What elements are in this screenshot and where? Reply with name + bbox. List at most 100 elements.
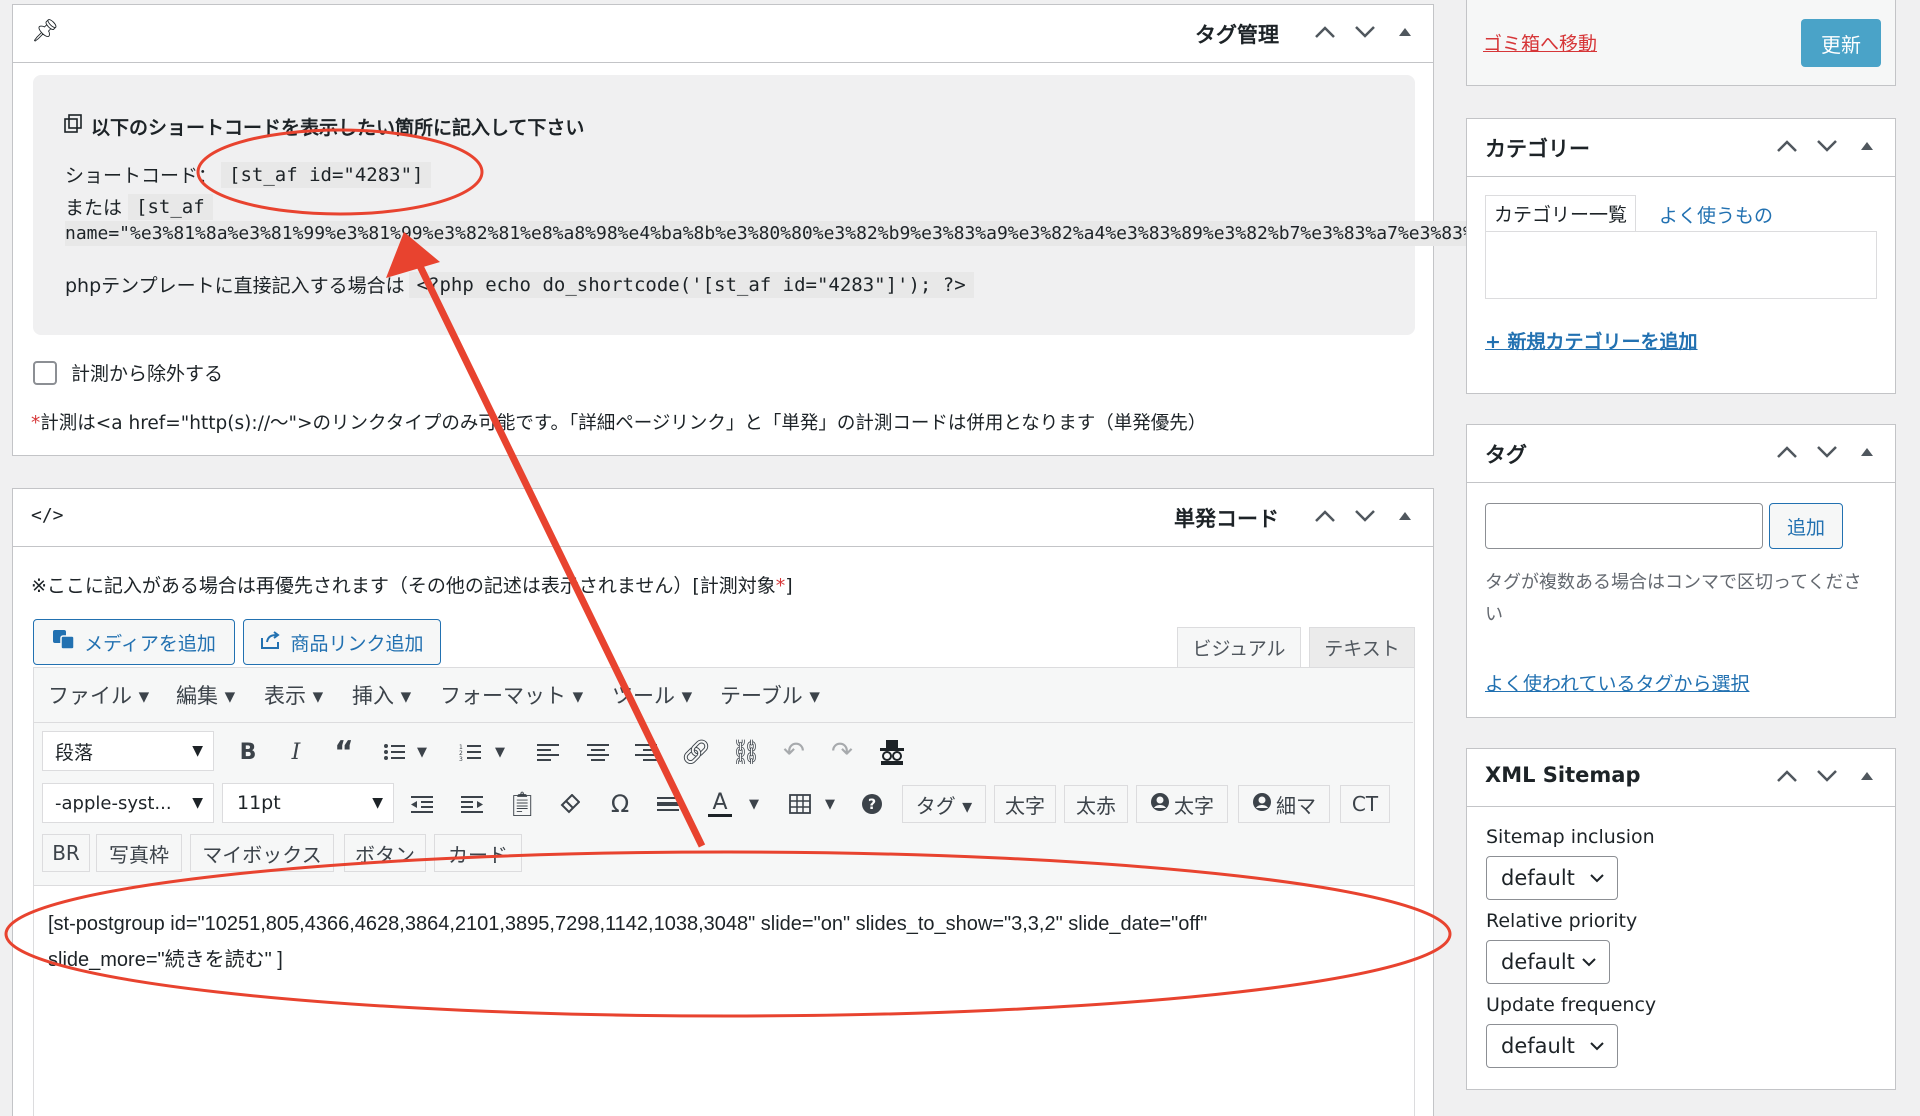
collapse-toggle-icon[interactable]: [1391, 17, 1419, 47]
tab-visual[interactable]: ビジュアル: [1177, 627, 1301, 667]
font-family-select[interactable]: -apple-syst... ▼: [42, 783, 214, 823]
trash-link[interactable]: ゴミ箱へ移動: [1483, 29, 1597, 56]
editor-content[interactable]: [st-postgroup id="10251,805,4366,4628,38…: [34, 896, 1404, 1106]
help-icon[interactable]: ?: [854, 786, 890, 822]
chip-photo-frame[interactable]: 写真枠: [96, 834, 182, 872]
notice-text: ※ここに記入がある場合は再優先されます（その他の記述は表示されません）[計測対象: [31, 575, 776, 597]
tags-help: タグが複数ある場合はコンマで区切ってください: [1485, 572, 1862, 625]
relative-priority-select[interactable]: default: [1486, 940, 1610, 984]
move-up-icon[interactable]: [1773, 131, 1801, 161]
shortcode-value[interactable]: [st_af id="4283"]: [221, 161, 432, 188]
chip-user-bold[interactable]: 太字: [1136, 785, 1228, 823]
move-up-icon[interactable]: [1773, 761, 1801, 791]
relative-priority-value: default: [1501, 950, 1575, 974]
code-icon: </>: [31, 505, 64, 526]
add-product-link-button[interactable]: 商品リンク追加: [243, 619, 441, 665]
chip-bold-red[interactable]: 太赤: [1064, 785, 1128, 823]
chevron-down-icon[interactable]: ▼: [820, 786, 840, 822]
move-down-icon[interactable]: [1351, 17, 1379, 47]
collapse-toggle-icon[interactable]: [1853, 761, 1881, 791]
chip-button[interactable]: ボタン: [344, 834, 426, 872]
format-select[interactable]: 段落 ▼: [42, 731, 214, 771]
chip-br[interactable]: BR: [42, 834, 90, 872]
move-up-icon[interactable]: [1311, 501, 1339, 531]
redo-icon[interactable]: ↷: [824, 734, 860, 770]
eraser-icon[interactable]: [552, 786, 588, 822]
exclude-checkbox[interactable]: [33, 360, 57, 385]
paste-icon[interactable]: 📋︎: [504, 786, 540, 822]
user-circle-icon: [1150, 792, 1170, 817]
align-right-icon[interactable]: [628, 734, 664, 770]
chip-card[interactable]: カード: [434, 834, 522, 872]
bullet-list-icon[interactable]: [376, 734, 412, 770]
update-frequency-select[interactable]: default: [1486, 1024, 1618, 1068]
unlink-icon[interactable]: ⛓︎: [728, 734, 764, 770]
italic-icon[interactable]: I: [278, 734, 314, 770]
bold-icon[interactable]: B: [230, 734, 266, 770]
indent-icon[interactable]: [454, 786, 490, 822]
link-icon[interactable]: 🔗︎: [678, 734, 714, 770]
collapse-toggle-icon[interactable]: [1853, 131, 1881, 161]
omega-icon[interactable]: Ω: [602, 786, 638, 822]
collapse-toggle-icon[interactable]: [1391, 501, 1419, 531]
menu-view[interactable]: 表示 ▾: [264, 680, 323, 710]
php-code[interactable]: <?php echo do_shortcode('[st_af id="4283…: [408, 271, 974, 298]
add-category-link[interactable]: + 新規カテゴリーを追加: [1485, 327, 1698, 354]
category-panel: カテゴリー カテゴリー一覧 よく使うもの + 新規カテゴリーを追加: [1466, 118, 1896, 394]
chevron-down-icon: [1589, 868, 1605, 887]
tags-panel: タグ 追加 タグが複数ある場合はコンマで区切ってください よく使われているタグか…: [1466, 424, 1896, 718]
update-button[interactable]: 更新: [1801, 19, 1881, 67]
tab-text[interactable]: テキスト: [1309, 627, 1415, 667]
align-left-icon[interactable]: [530, 734, 566, 770]
add-tag-button[interactable]: 追加: [1769, 503, 1843, 549]
chevron-down-icon[interactable]: ▼: [490, 734, 510, 770]
tags-title: タグ: [1485, 443, 1527, 467]
menu-file[interactable]: ファイル ▾: [48, 680, 149, 710]
horizontal-line-icon[interactable]: [650, 786, 686, 822]
alt-shortcode-start[interactable]: [st_af: [128, 193, 213, 220]
outdent-icon[interactable]: [404, 786, 440, 822]
category-title: カテゴリー: [1485, 137, 1590, 161]
chevron-down-icon[interactable]: ▼: [412, 734, 432, 770]
add-media-button[interactable]: メディアを追加: [33, 619, 235, 665]
category-tab-popular[interactable]: よく使うもの: [1659, 201, 1773, 228]
chip-my-box[interactable]: マイボックス: [190, 834, 334, 872]
chevron-down-icon[interactable]: ▼: [744, 786, 764, 822]
move-down-icon[interactable]: [1813, 131, 1841, 161]
menu-divider: [33, 722, 1413, 723]
tag-dropdown[interactable]: タグ ▾: [902, 785, 986, 823]
alt-shortcode-name[interactable]: name="%e3%81%8a%e3%81%99%e3%81%99%e3%82%…: [65, 221, 1518, 246]
menu-insert[interactable]: 挿入 ▾: [352, 680, 411, 710]
category-list[interactable]: [1485, 231, 1877, 299]
move-up-icon[interactable]: [1311, 17, 1339, 47]
content-line-2: slide_more="続きを読む" ]: [48, 949, 283, 971]
popular-tags-link[interactable]: よく使われているタグから選択: [1485, 669, 1749, 696]
align-center-icon[interactable]: [580, 734, 616, 770]
menu-tools[interactable]: ツール ▾: [612, 680, 692, 710]
table-icon[interactable]: [782, 786, 818, 822]
tag-input[interactable]: [1485, 503, 1763, 549]
incognito-icon[interactable]: [874, 734, 910, 770]
font-size-select[interactable]: 11pt ▼: [222, 783, 394, 823]
blockquote-icon[interactable]: “: [326, 734, 362, 770]
move-down-icon[interactable]: [1813, 761, 1841, 791]
tags-header: タグ: [1467, 425, 1895, 483]
numbered-list-icon[interactable]: 123: [452, 734, 488, 770]
move-up-icon[interactable]: [1773, 437, 1801, 467]
menu-edit[interactable]: 編集 ▾: [176, 680, 235, 710]
chip-user-thin-label: 細マ: [1276, 793, 1316, 818]
sitemap-inclusion-select[interactable]: default: [1486, 856, 1618, 900]
text-color-icon[interactable]: A: [702, 786, 738, 822]
panel-controls: [1773, 761, 1881, 791]
sitemap-inclusion-value: default: [1501, 866, 1575, 890]
move-down-icon[interactable]: [1351, 501, 1379, 531]
menu-format[interactable]: フォーマット ▾: [440, 680, 583, 710]
menu-table[interactable]: テーブル ▾: [720, 680, 820, 710]
collapse-toggle-icon[interactable]: [1853, 437, 1881, 467]
chip-user-thin[interactable]: 細マ: [1238, 785, 1330, 823]
chip-bold[interactable]: 太字: [994, 785, 1056, 823]
move-down-icon[interactable]: [1813, 437, 1841, 467]
category-tab-all[interactable]: カテゴリー一覧: [1485, 195, 1637, 231]
undo-icon[interactable]: ↶: [776, 734, 812, 770]
chip-ct[interactable]: CT: [1340, 785, 1390, 823]
